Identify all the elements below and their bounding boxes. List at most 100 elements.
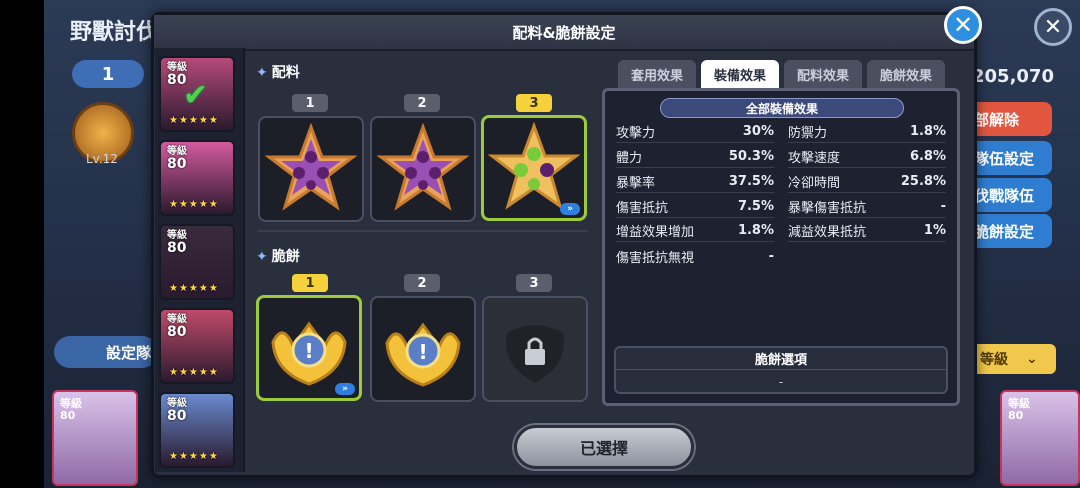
more-options-icon[interactable]: » <box>335 383 355 395</box>
cookie-level: 等級 80 <box>167 398 187 424</box>
stat-name: 減益效果抵抗 <box>788 225 867 240</box>
cookie-list: 等級 80 ✔ ★★★★★ 等級 80 ★★★★★ 等級 80 ★★★★★ 等級 80 … <box>155 48 245 472</box>
tart-slot-3-locked[interactable] <box>482 296 588 402</box>
bg-close-icon: ✕ <box>1034 8 1072 46</box>
tart-option-title: 脆餅選項 <box>616 348 946 370</box>
stat-name: 體力 <box>616 151 643 166</box>
sparkle-icon: ✦ <box>256 249 268 265</box>
bg-cookie-level-label: 等級 80 <box>1008 397 1030 422</box>
stat-name: 防禦力 <box>788 126 828 141</box>
stat-value: 1.8% <box>909 124 946 139</box>
purple-topping-icon <box>377 123 469 211</box>
star-rating-icon: ★★★★★ <box>169 451 219 462</box>
topping-slot-1[interactable] <box>258 116 364 222</box>
stat-row: 防禦力 1.8% <box>788 121 946 143</box>
cookie-card-1[interactable]: 等級 80 ✔ ★★★★★ <box>159 56 235 132</box>
topping-slot-number: 3 <box>516 94 552 112</box>
tarts-label-text: 脆餅 <box>271 249 300 265</box>
stat-value: 25.8% <box>900 174 946 189</box>
stat-name: 傷害抵抗 <box>616 201 669 216</box>
cookie-card-2[interactable]: 等級 80 ★★★★★ <box>159 140 235 216</box>
stat-name: 暴擊率 <box>616 176 656 191</box>
stat-value: 1.8% <box>737 223 774 238</box>
selected-confirm-button[interactable]: 已選擇 <box>514 425 694 469</box>
stat-row: 攻擊速度 6.8% <box>788 146 946 168</box>
cookie-card-3[interactable]: 等級 80 ★★★★★ <box>159 224 235 300</box>
close-icon[interactable]: ✕ <box>944 6 982 44</box>
cookie-level: 等級 80 <box>167 314 187 340</box>
tart-slot-number: 2 <box>404 274 440 292</box>
more-options-icon[interactable]: » <box>560 203 580 215</box>
bg-cookie-card: 等級 80 <box>52 390 138 486</box>
stat-row: 攻擊力 30% <box>616 121 774 143</box>
stat-value: 50.3% <box>728 149 774 164</box>
tart-slot-number: 1 <box>292 274 328 292</box>
stat-name: 增益效果增加 <box>616 225 695 240</box>
star-rating-icon: ★★★★★ <box>169 199 219 210</box>
stat-row: 增益效果增加 1.8% <box>616 220 774 242</box>
gold-tart-icon: ! <box>385 322 461 387</box>
topping-slot-number: 2 <box>404 94 440 112</box>
modal-title: 配料&脆餅設定 <box>154 15 974 51</box>
tarts-section-label: ✦ 脆餅 <box>256 246 300 266</box>
section-divider <box>258 230 588 232</box>
bg-score: 205,070 <box>972 66 1054 87</box>
stat-row: 暴擊率 37.5% <box>616 171 774 193</box>
stat-row: 傷害抵抗 7.5% <box>616 196 774 218</box>
stat-row: 暴擊傷害抵抗 - <box>788 196 946 218</box>
lock-icon <box>506 325 564 383</box>
bg-team-tab: 1 <box>72 60 144 88</box>
bg-grade-dropdown: 等級 ⌄ <box>970 344 1056 374</box>
star-rating-icon: ★★★★★ <box>169 115 219 126</box>
tart-slot-number: 3 <box>516 274 552 292</box>
tart-option-value: - <box>778 375 784 389</box>
sparkle-icon: ✦ <box>256 65 268 81</box>
bg-level-text: Lv.12 <box>86 152 118 166</box>
star-rating-icon: ★★★★★ <box>169 283 219 294</box>
stat-name: 傷害抵抗無視 <box>616 250 695 266</box>
bg-setting-button: 設定隊 <box>54 336 158 368</box>
green-topping-icon <box>488 122 580 210</box>
toppings-label-text: 配料 <box>271 65 300 81</box>
bg-grade-label: 等級 <box>980 352 1008 368</box>
stat-value: 7.5% <box>737 199 774 214</box>
stat-row: 冷卻時間 25.8% <box>788 171 946 193</box>
tab-applied-effect[interactable]: 套用效果 <box>618 60 696 88</box>
topping-slot-number: 1 <box>292 94 328 112</box>
topping-slot-3[interactable]: » <box>481 115 587 221</box>
tab-tart-effect[interactable]: 脆餅效果 <box>867 60 945 88</box>
bg-screen-title: 野獸討伐 <box>70 20 159 45</box>
bg-cookie-level-label: 等級 80 <box>60 397 82 422</box>
stat-name: 暴擊傷害抵抗 <box>788 201 867 216</box>
stat-row: 體力 50.3% <box>616 146 774 168</box>
stat-value: 37.5% <box>728 174 774 189</box>
svg-text:!: ! <box>304 339 313 363</box>
tab-topping-effect[interactable]: 配料效果 <box>784 60 862 88</box>
stat-name: 攻擊速度 <box>788 151 841 166</box>
toppings-section-label: ✦ 配料 <box>256 62 300 82</box>
screen-edge <box>0 0 44 488</box>
tart-slot-1[interactable]: ! » <box>256 295 362 401</box>
stat-name: 冷卻時間 <box>788 176 841 191</box>
stat-value: 6.8% <box>909 149 946 164</box>
cookie-card-4[interactable]: 等級 80 ★★★★★ <box>159 308 235 384</box>
stat-value: 30% <box>742 124 774 139</box>
topping-slot-2[interactable] <box>370 116 476 222</box>
cookie-card-5[interactable]: 等級 80 ★★★★★ <box>159 392 235 468</box>
svg-text:!: ! <box>418 340 427 364</box>
stat-value: 1% <box>923 223 946 238</box>
tab-equipped-effect[interactable]: 裝備效果 <box>701 60 779 88</box>
checkmark-icon: ✔ <box>183 78 209 113</box>
cookie-level: 等級 80 <box>167 230 187 256</box>
stat-value: - <box>940 199 946 214</box>
bg-cookie-card: 等級 80 <box>1000 390 1080 486</box>
stat-row: 減益效果抵抗 1% <box>788 220 946 242</box>
stat-row: 傷害抵抗無視 - <box>616 245 774 267</box>
tart-slot-2[interactable]: ! <box>370 296 476 402</box>
star-rating-icon: ★★★★★ <box>169 367 219 378</box>
purple-topping-icon <box>265 123 357 211</box>
effect-header: 全部裝備效果 <box>660 98 904 118</box>
gold-tart-icon: ! <box>271 321 347 386</box>
chevron-down-icon: ⌄ <box>1026 351 1038 367</box>
cookie-level: 等級 80 <box>167 146 187 172</box>
